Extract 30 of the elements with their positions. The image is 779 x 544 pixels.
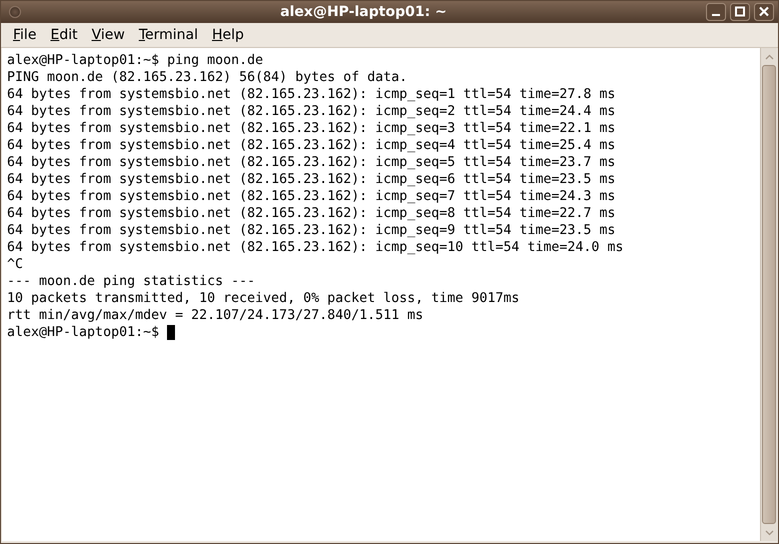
terminal-line: alex@HP-laptop01:~$ ping moon.de [7, 52, 264, 69]
minimize-icon[interactable] [706, 3, 726, 21]
menu-item[interactable]: Help [205, 25, 251, 45]
menu-item[interactable]: Terminal [132, 25, 205, 45]
terminal-line: 64 bytes from systemsbio.net (82.165.23.162): icmp_seq=10 ttl=54 time=24.0 ms [7, 239, 624, 256]
menu-item[interactable]: Edit [43, 25, 85, 45]
terminal-line: 64 bytes from systemsbio.net (82.165.23.162): icmp_seq=7 ttl=54 time=24.3 ms [7, 188, 616, 205]
window-title: alex@HP-laptop01: ~ [279, 4, 448, 20]
close-icon[interactable] [754, 3, 774, 21]
terminal-line: --- moon.de ping statistics --- [7, 273, 256, 290]
terminal-line: rtt min/avg/max/mdev = 22.107/24.173/27.840/1.511 ms [7, 307, 424, 324]
terminal-line: ^C [7, 256, 24, 273]
terminal-line: 10 packets transmitted, 10 received, 0% packet loss, time 9017ms [7, 290, 520, 307]
scrollbar[interactable] [760, 48, 777, 541]
window-menu-icon[interactable] [9, 6, 21, 18]
terminal-line: 64 bytes from systemsbio.net (82.165.23.162): icmp_seq=3 ttl=54 time=22.1 ms [7, 120, 616, 137]
menu-item[interactable]: File [6, 25, 44, 45]
scroll-up-icon[interactable] [764, 54, 774, 60]
terminal-line: 64 bytes from systemsbio.net (82.165.23.162): icmp_seq=9 ttl=54 time=23.5 ms [7, 222, 616, 239]
terminal-line: 64 bytes from systemsbio.net (82.165.23.162): icmp_seq=4 ttl=54 time=25.4 ms [7, 137, 616, 154]
terminal-line: 64 bytes from systemsbio.net (82.165.23.162): icmp_seq=6 ttl=54 time=23.5 ms [7, 171, 616, 188]
terminal-line: 64 bytes from systemsbio.net (82.165.23.162): icmp_seq=5 ttl=54 time=23.7 ms [7, 154, 616, 171]
terminal-prompt: alex@HP-laptop01:~$ [7, 324, 160, 341]
scroll-down-icon[interactable] [764, 530, 774, 536]
maximize-icon[interactable] [730, 3, 750, 21]
terminal-line: PING moon.de (82.165.23.162) 56(84) bytes of data. [7, 69, 408, 86]
terminal-line: 64 bytes from systemsbio.net (82.165.23.162): icmp_seq=1 ttl=54 time=27.8 ms [7, 86, 616, 103]
menu-item[interactable]: View [84, 25, 132, 45]
terminal-line: 64 bytes from systemsbio.net (82.165.23.162): icmp_seq=8 ttl=54 time=22.7 ms [7, 205, 616, 222]
terminal-line: 64 bytes from systemsbio.net (82.165.23.162): icmp_seq=2 ttl=54 time=24.4 ms [7, 103, 616, 120]
